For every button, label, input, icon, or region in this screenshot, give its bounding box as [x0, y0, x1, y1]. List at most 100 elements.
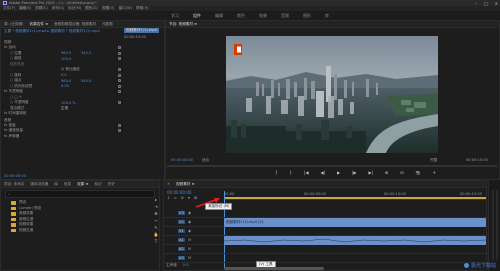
mute-icon[interactable]: M: [188, 256, 191, 260]
workspace-tab-effects[interactable]: 效果: [259, 13, 267, 19]
tab-history[interactable]: 历史: [108, 182, 115, 187]
selection-tool-icon[interactable]: ▸: [153, 198, 159, 202]
go-to-out-button[interactable]: ▶|: [368, 170, 372, 175]
effects-search-box[interactable]: ⌕: [5, 190, 155, 198]
track-v2[interactable]: V2 ◉ 视频素材1(1).mp4 [V]: [164, 218, 488, 227]
ripple-edit-tool-icon[interactable]: ✥: [153, 212, 159, 216]
ec-value[interactable]: 540.0: [81, 79, 91, 83]
export-frame-button[interactable]: 📷: [416, 170, 421, 175]
mute-icon[interactable]: M: [188, 238, 191, 242]
maximize-button[interactable]: □: [484, 1, 488, 6]
workspace-tab-audio[interactable]: 音频: [281, 13, 289, 19]
ec-value[interactable]: 100.0 %: [61, 101, 76, 105]
reset-icon[interactable]: [118, 46, 121, 50]
program-scrubber[interactable]: [167, 165, 497, 167]
audio-clip[interactable]: [223, 236, 487, 245]
play-button[interactable]: ▶: [337, 170, 340, 175]
tab-audio-mixer[interactable]: 音频剪辑混合器: 视频素材: [54, 22, 96, 27]
video-clip[interactable]: 视频素材1(1).mp4 [V]: [224, 218, 486, 227]
reset-icon[interactable]: [118, 90, 121, 94]
ec-row-time-remap[interactable]: fx 时间重映射: [1, 111, 164, 117]
reset-icon[interactable]: [118, 51, 121, 55]
track-label[interactable]: V1: [178, 229, 185, 233]
reset-icon[interactable]: [118, 79, 121, 83]
program-title[interactable]: 节目: 视频素材 ≡: [169, 22, 197, 27]
ec-bottom-time[interactable]: 00:00:00:00: [4, 174, 26, 178]
tab-info[interactable]: 信息: [64, 182, 71, 187]
workspace-tab-learn[interactable]: 学习: [171, 13, 179, 19]
track-label[interactable]: A2: [178, 247, 185, 251]
ec-value[interactable]: 960.0: [61, 79, 71, 83]
track-a1[interactable]: A1 M: [164, 236, 488, 245]
ec-row-panner[interactable]: fx 声像器: [1, 134, 164, 140]
track-label[interactable]: V2: [178, 220, 185, 224]
slip-tool-icon[interactable]: ⇿: [153, 219, 159, 223]
workspace-tab-editing[interactable]: 编辑: [215, 13, 223, 19]
eye-icon[interactable]: ◉: [188, 211, 191, 215]
ec-value[interactable]: 540.0: [81, 51, 91, 55]
program-timecode[interactable]: 00:00:00:00: [171, 158, 193, 162]
track-a2[interactable]: A2 M: [164, 245, 488, 254]
tab-effects[interactable]: 效果 ≡: [77, 182, 88, 187]
track-label[interactable]: A1: [178, 238, 185, 242]
tab-project[interactable]: 项目: 未命名: [4, 182, 24, 187]
track-a3[interactable]: A3 M: [164, 254, 488, 263]
track-v1[interactable]: V1 ◉: [164, 227, 488, 236]
hand-tool-icon[interactable]: ✋: [153, 233, 159, 237]
eye-icon[interactable]: ◉: [188, 229, 191, 233]
tab-effect-controls[interactable]: 效果控件 ≡: [30, 22, 49, 27]
mark-out-button[interactable]: }: [290, 170, 293, 175]
workspace-tab-color[interactable]: 颜色: [237, 13, 245, 19]
tab-media-browser[interactable]: 媒体浏览器: [30, 182, 48, 187]
linked-selection-icon[interactable]: ⊘: [181, 196, 184, 200]
close-button[interactable]: ✕: [495, 1, 498, 6]
ec-value[interactable]: 0.00: [61, 84, 69, 88]
minimize-button[interactable]: –: [475, 1, 477, 6]
reset-icon[interactable]: [118, 123, 121, 127]
eye-icon[interactable]: ◉: [188, 220, 191, 224]
ec-value[interactable]: 0.0: [61, 73, 67, 77]
fit-select[interactable]: 适合: [202, 158, 209, 163]
pen-tool-icon[interactable]: ✎: [153, 226, 159, 230]
extract-button[interactable]: ⊟: [400, 170, 403, 175]
reset-icon[interactable]: [118, 57, 121, 61]
add-button[interactable]: +: [433, 170, 436, 175]
workspace-tab-graphics[interactable]: 图形: [303, 13, 311, 19]
video-frame[interactable]: [226, 36, 438, 153]
tab-markers[interactable]: 标记: [94, 182, 101, 187]
add-marker-icon[interactable]: ▾: [188, 196, 190, 200]
reset-icon[interactable]: [118, 73, 121, 77]
tab-metadata[interactable]: 元数据: [102, 22, 113, 27]
sequence-tab[interactable]: 视频素材 ≡: [176, 182, 195, 187]
timeline-ruler[interactable]: 00:00 00:00:05:00 00:00:10:00 00:00:15:0…: [224, 191, 486, 200]
tab-libraries[interactable]: 库: [54, 182, 58, 187]
insert-sequence-icon[interactable]: ⇩: [167, 196, 170, 200]
reset-icon[interactable]: [118, 129, 121, 133]
workspace-tab-libraries[interactable]: 库: [325, 13, 329, 19]
mute-icon[interactable]: M: [188, 247, 191, 251]
work-area-bar[interactable]: [224, 197, 486, 199]
reset-icon[interactable]: [118, 101, 121, 105]
horizontal-scrollbar[interactable]: [224, 267, 324, 270]
timeline-timecode[interactable]: 00:00:00:00: [167, 190, 191, 195]
master-value[interactable]: 0.0: [183, 263, 189, 268]
step-forward-button[interactable]: |▶: [352, 170, 356, 175]
uniform-scale-checkbox[interactable]: ☑ 等比缩放: [61, 67, 80, 72]
track-select-tool-icon[interactable]: ⇥: [153, 205, 159, 209]
snap-icon[interactable]: ⊂: [174, 196, 177, 200]
reset-icon[interactable]: [118, 68, 121, 72]
quality-select[interactable]: 完整: [430, 158, 437, 163]
tab-source[interactable]: 源: (无剪辑): [4, 22, 24, 27]
ec-value[interactable]: 100.0: [61, 57, 71, 61]
close-icon[interactable]: ✕: [167, 182, 170, 186]
go-to-in-button[interactable]: |◀: [304, 170, 308, 175]
track-label[interactable]: V3: [178, 211, 185, 215]
blend-mode-select[interactable]: 正常: [61, 106, 68, 111]
track-label[interactable]: A3: [178, 256, 185, 260]
reset-icon[interactable]: [118, 84, 121, 88]
mark-in-button[interactable]: {: [275, 170, 278, 175]
track-v3[interactable]: V3 ◉: [164, 209, 488, 218]
step-back-button[interactable]: ◀|: [321, 170, 325, 175]
lift-button[interactable]: ⊞: [385, 170, 388, 175]
mask-tool-icons[interactable]: ○ □ ✎: [10, 95, 22, 99]
